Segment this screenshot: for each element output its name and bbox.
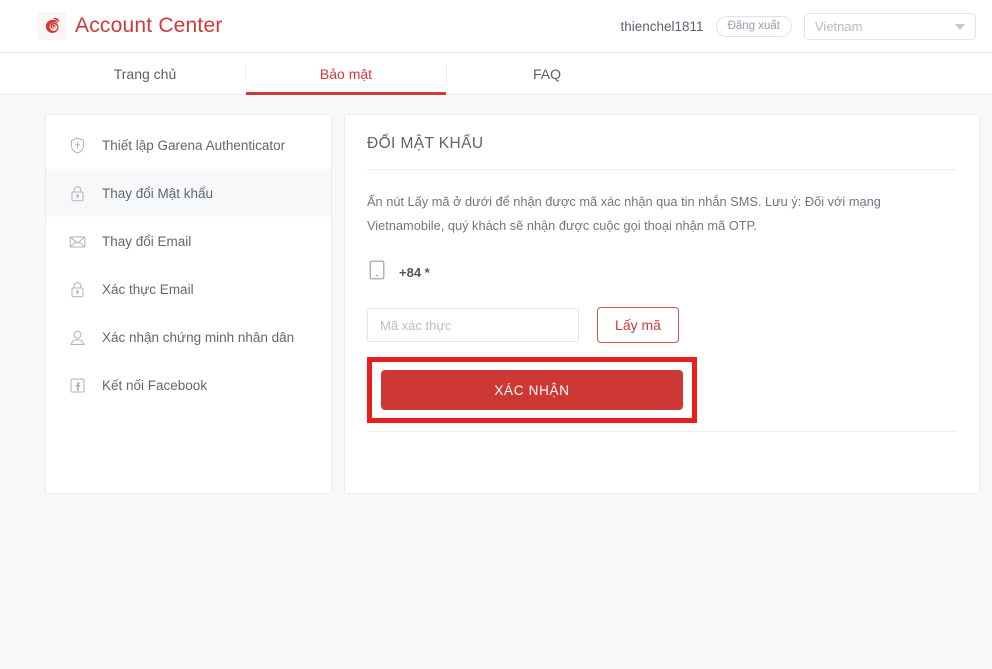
envelope-icon (68, 232, 87, 251)
garena-logo-icon (38, 12, 66, 40)
logout-button[interactable]: Đăng xuất (715, 16, 792, 37)
sidebar-item-connect-facebook[interactable]: Kết nối Facebook (46, 361, 331, 409)
get-code-button[interactable]: Lấy mã (597, 307, 679, 344)
country-select[interactable]: Vietnam (804, 13, 976, 40)
lock-icon (68, 184, 87, 203)
sidebar-item-change-password[interactable]: Thay đổi Mật khẩu (46, 169, 331, 217)
workspace: Thiết lập Garena Authenticator Thay đổi … (0, 95, 992, 494)
tab-bao-mat[interactable]: Bảo mật (246, 53, 446, 95)
shield-icon (68, 136, 87, 155)
brand: Account Center (38, 12, 223, 40)
sidebar: Thiết lập Garena Authenticator Thay đổi … (45, 114, 332, 494)
instruction-text: Ấn nút Lấy mã ở dưới để nhận được mã xác… (367, 194, 881, 233)
lock-icon (68, 280, 87, 299)
tab-faq[interactable]: FAQ (447, 53, 647, 94)
sidebar-item-label: Thay đổi Mật khẩu (102, 185, 214, 201)
tab-trang-chu[interactable]: Trang chủ (45, 53, 245, 94)
page-title: Account Center (75, 14, 223, 37)
bottom-divider (367, 431, 957, 433)
sidebar-item-change-email[interactable]: Thay đổi Email (46, 217, 331, 265)
confirm-button[interactable]: XÁC NHẬN (381, 370, 683, 411)
chevron-down-icon (955, 23, 965, 30)
sidebar-item-verify-email[interactable]: Xác thực Email (46, 265, 331, 313)
sidebar-item-label: Kết nối Facebook (102, 377, 208, 393)
header-right: thienchel1811 Đăng xuất Vietnam (620, 0, 976, 53)
sidebar-item-authenticator[interactable]: Thiết lập Garena Authenticator (46, 121, 331, 169)
sidebar-item-label: Xác thực Email (102, 281, 194, 297)
submit-highlight-box: XÁC NHẬN (367, 357, 697, 424)
main-nav-tabs: Trang chủ Bảo mật FAQ (0, 53, 992, 95)
verification-form-row: Lấy mã (367, 307, 957, 344)
title-divider (367, 169, 957, 170)
sidebar-item-verify-id-card[interactable]: Xác nhận chứng minh nhân dân (46, 313, 331, 361)
phone-prefix-label: +84 * (399, 265, 430, 281)
sidebar-item-label: Thay đổi Email (102, 233, 192, 249)
content-title: ĐỔI MẬT KHẨU (367, 135, 484, 152)
app-header: Account Center thienchel1811 Đăng xuất V… (0, 0, 992, 53)
verification-code-input[interactable] (367, 308, 579, 343)
phone-row: +84 * (367, 259, 957, 286)
sidebar-item-label: Thiết lập Garena Authenticator (102, 137, 286, 153)
sidebar-item-label: Xác nhận chứng minh nhân dân (102, 329, 295, 345)
mobile-phone-icon (367, 259, 387, 286)
username-label: thienchel1811 (620, 19, 704, 34)
person-icon (68, 328, 87, 347)
facebook-icon (68, 376, 87, 395)
country-select-value: Vietnam (815, 19, 863, 34)
content-panel: ĐỔI MẬT KHẨU Ấn nút Lấy mã ở dưới để nhậ… (344, 114, 980, 494)
